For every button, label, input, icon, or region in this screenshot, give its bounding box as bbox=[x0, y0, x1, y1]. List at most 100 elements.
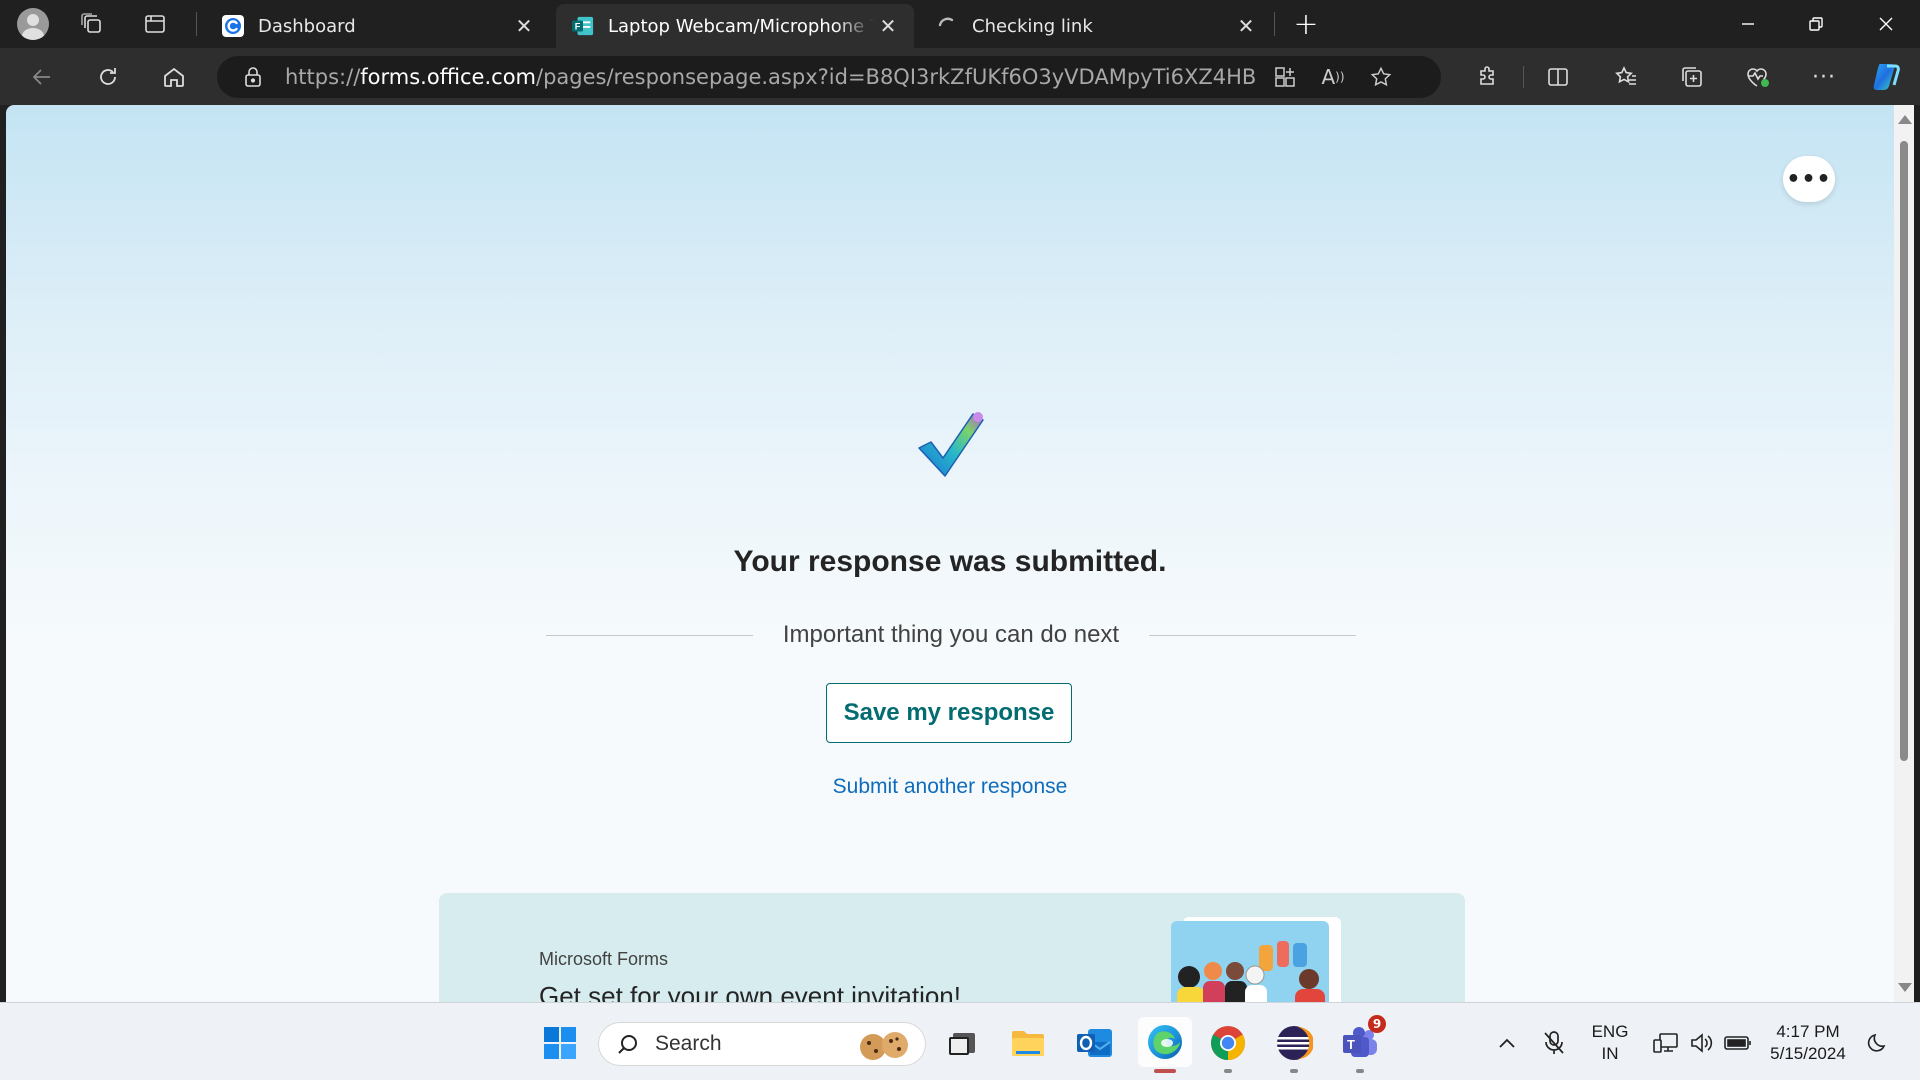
outlook-button[interactable] bbox=[1073, 1021, 1117, 1065]
address-bar[interactable]: https://forms.office.com/pages/responsep… bbox=[217, 56, 1441, 98]
file-explorer-button[interactable] bbox=[1006, 1021, 1050, 1065]
tab-title: Checking link bbox=[972, 15, 1093, 37]
tab-separator bbox=[196, 12, 197, 36]
url-scheme: https:// bbox=[285, 65, 361, 89]
show-hidden-icons-button[interactable] bbox=[1490, 1021, 1524, 1065]
new-tab-button[interactable]: + bbox=[1286, 4, 1326, 44]
extensions-button[interactable] bbox=[1468, 58, 1508, 96]
more-horizontal-icon: ··· bbox=[1812, 64, 1836, 90]
plus-icon: + bbox=[1293, 6, 1319, 42]
collections-button[interactable] bbox=[1672, 58, 1712, 96]
url-text[interactable]: https://forms.office.com/pages/responsep… bbox=[285, 65, 1255, 89]
active-indicator bbox=[1154, 1069, 1176, 1073]
clock-time: 4:17 PM bbox=[1776, 1022, 1840, 1041]
promo-heading[interactable]: Get set for your own event invitation! bbox=[539, 981, 961, 1002]
browser-essentials-button[interactable] bbox=[1738, 58, 1778, 96]
minimize-icon bbox=[1742, 23, 1754, 25]
puzzle-icon bbox=[1480, 66, 1494, 85]
tab-dashboard[interactable]: Dashboard ✕ bbox=[206, 4, 550, 48]
battery-icon bbox=[1724, 1036, 1751, 1050]
scroll-thumb[interactable] bbox=[1900, 141, 1908, 761]
favorites-button[interactable] bbox=[1606, 58, 1646, 96]
url-host: forms.office.com bbox=[360, 65, 537, 89]
restore-button[interactable] bbox=[1782, 0, 1850, 48]
network-icon bbox=[1653, 1033, 1678, 1053]
confirmation-heading: Your response was submitted. bbox=[733, 545, 1167, 578]
copilot-icon bbox=[1873, 64, 1900, 90]
submit-another-container: Submit another response bbox=[6, 775, 1894, 799]
promo-brand: Microsoft Forms bbox=[539, 949, 669, 969]
speaker-icon bbox=[1691, 1033, 1713, 1053]
scroll-up-arrow-icon[interactable] bbox=[1898, 115, 1912, 124]
clock-date: 5/15/2024 bbox=[1770, 1044, 1846, 1063]
moon-icon bbox=[1867, 1033, 1886, 1052]
refresh-button[interactable] bbox=[88, 58, 128, 96]
windows-logo-icon bbox=[544, 1027, 576, 1059]
microsoft-forms-icon: F bbox=[572, 15, 594, 37]
chevron-up-icon bbox=[1499, 1038, 1515, 1048]
divider-line bbox=[546, 634, 753, 636]
tab-webcam-test[interactable]: F Laptop Webcam/Microphone Tes ✕ bbox=[556, 4, 914, 48]
outlook-icon bbox=[1077, 1029, 1112, 1057]
vertical-tabs-button[interactable] bbox=[131, 0, 179, 48]
tab-separator bbox=[1274, 12, 1275, 36]
edge-button[interactable] bbox=[1138, 1017, 1192, 1073]
windows-taskbar: Search T 9 ENG IN 4:17 PM 5/15/2024 bbox=[0, 1002, 1920, 1080]
eclipse-button[interactable] bbox=[1272, 1021, 1316, 1073]
notifications-button[interactable] bbox=[1860, 1021, 1896, 1065]
page-scrollbar[interactable] bbox=[1894, 105, 1914, 1002]
task-view-button[interactable] bbox=[940, 1021, 984, 1065]
app-available-icon[interactable] bbox=[1269, 62, 1301, 92]
more-options-button[interactable]: ••• bbox=[1783, 156, 1835, 202]
next-steps-divider: Important thing you can do next bbox=[546, 615, 1356, 655]
home-icon bbox=[164, 67, 184, 87]
close-window-button[interactable] bbox=[1852, 0, 1920, 48]
chrome-button[interactable] bbox=[1206, 1021, 1250, 1073]
favorites-icon bbox=[1615, 66, 1636, 85]
home-button[interactable] bbox=[154, 58, 194, 96]
back-button[interactable] bbox=[22, 58, 62, 96]
running-indicator bbox=[1290, 1069, 1298, 1073]
read-aloud-icon[interactable]: A)) bbox=[1317, 62, 1349, 92]
close-tab-icon[interactable]: ✕ bbox=[1232, 12, 1260, 40]
chrome-icon bbox=[1211, 1026, 1245, 1060]
task-view-icon bbox=[949, 1033, 975, 1055]
network-button[interactable] bbox=[1648, 1021, 1684, 1065]
start-button[interactable] bbox=[538, 1021, 582, 1065]
running-indicator bbox=[1224, 1069, 1232, 1073]
settings-more-button[interactable]: ··· bbox=[1804, 58, 1844, 96]
copilot-dashboard-icon bbox=[222, 15, 244, 37]
battery-button[interactable] bbox=[1720, 1021, 1756, 1065]
taskbar-search[interactable]: Search bbox=[598, 1022, 926, 1066]
tab-checking-link[interactable]: Checking link ✕ bbox=[920, 4, 1272, 48]
clock[interactable]: 4:17 PM 5/15/2024 bbox=[1762, 1021, 1854, 1065]
url-path: /pages/responsepage.aspx?id=B8QI3rkZfUKf… bbox=[536, 65, 1255, 89]
toolbar-separator bbox=[1523, 66, 1524, 88]
close-tab-icon[interactable]: ✕ bbox=[874, 12, 902, 40]
lock-icon[interactable] bbox=[243, 67, 263, 87]
microphone-muted-button[interactable] bbox=[1532, 1021, 1576, 1065]
teams-button[interactable]: T 9 bbox=[1338, 1015, 1386, 1073]
more-horizontal-icon: ••• bbox=[1786, 166, 1832, 192]
workspaces-button[interactable] bbox=[68, 0, 116, 48]
svg-text:T: T bbox=[1347, 1037, 1355, 1052]
language-code: ENG bbox=[1591, 1022, 1629, 1041]
restore-icon bbox=[1809, 17, 1823, 31]
language-indicator[interactable]: ENG IN bbox=[1580, 1021, 1640, 1065]
copilot-button[interactable] bbox=[1866, 58, 1906, 96]
region-code: IN bbox=[1601, 1044, 1619, 1063]
tab-actions-icon bbox=[145, 15, 165, 33]
cookies-icon bbox=[860, 1032, 908, 1060]
arrow-left-icon bbox=[32, 69, 50, 85]
save-response-button[interactable]: Save my response bbox=[826, 683, 1072, 743]
submit-another-link[interactable]: Submit another response bbox=[833, 775, 1068, 798]
split-screen-button[interactable] bbox=[1538, 58, 1578, 96]
browser-toolbar: https://forms.office.com/pages/responsep… bbox=[0, 48, 1920, 105]
volume-button[interactable] bbox=[1684, 1021, 1718, 1065]
tab-title: Laptop Webcam/Microphone Tes bbox=[608, 15, 874, 37]
favorite-star-icon[interactable] bbox=[1365, 62, 1397, 92]
close-tab-icon[interactable]: ✕ bbox=[510, 12, 538, 40]
profile-button[interactable] bbox=[9, 0, 57, 48]
minimize-button[interactable] bbox=[1714, 0, 1782, 48]
scroll-down-arrow-icon[interactable] bbox=[1898, 983, 1912, 992]
